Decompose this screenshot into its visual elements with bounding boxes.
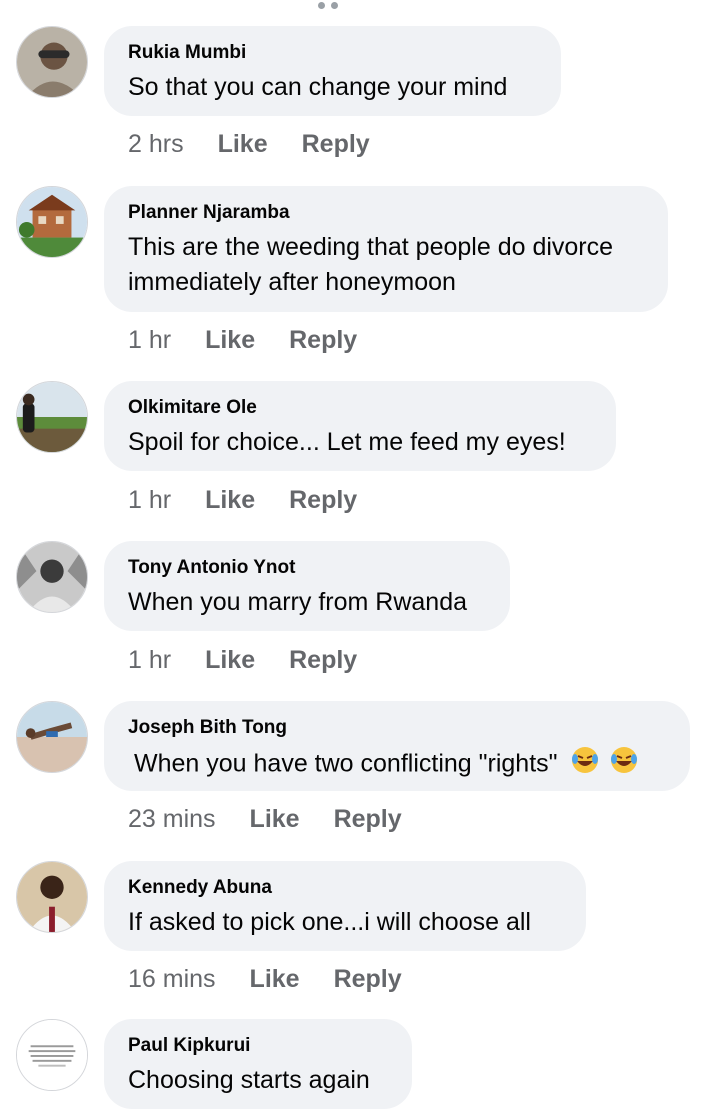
avatar[interactable] (16, 1019, 88, 1091)
comment-actions: 1 hr Like Reply (128, 646, 357, 675)
comment-time[interactable]: 1 hr (128, 326, 171, 355)
like-button[interactable]: Like (205, 646, 255, 675)
comment-bubble: Rukia Mumbi So that you can change your … (104, 26, 561, 116)
comment-bubble: Tony Antonio Ynot When you marry from Rw… (104, 541, 510, 631)
like-button[interactable]: Like (218, 130, 268, 159)
comment-actions: 16 mins Like Reply (128, 965, 402, 994)
comment-bubble: Paul Kipkurui Choosing starts again (104, 1019, 412, 1109)
laughing-emoji-icon (609, 745, 639, 785)
laughing-emoji-icon (570, 745, 600, 785)
reply-button[interactable]: Reply (302, 130, 370, 159)
comment-author[interactable]: Joseph Bith Tong (128, 717, 666, 739)
comment-author[interactable]: Tony Antonio Ynot (128, 557, 486, 579)
reply-button[interactable]: Reply (289, 646, 357, 675)
comment-time[interactable]: 2 hrs (128, 130, 184, 159)
comment-time[interactable]: 23 mins (128, 805, 216, 834)
avatar[interactable] (16, 541, 88, 613)
reply-button[interactable]: Reply (334, 805, 402, 834)
comment-bubble: Planner Njaramba This are the weeding th… (104, 186, 668, 312)
comment-text: Choosing starts again (128, 1066, 370, 1094)
comment-author[interactable]: Olkimitare Ole (128, 397, 592, 419)
comment-text-content: When you have two conflicting "rights" (134, 749, 558, 778)
comment-text: When you have two conflicting "rights" (128, 745, 666, 785)
comment-text: When you marry from Rwanda (128, 588, 468, 616)
avatar[interactable] (16, 26, 88, 98)
avatar[interactable] (16, 861, 88, 933)
comment-actions: 2 hrs Like Reply (128, 130, 370, 159)
like-button[interactable]: Like (205, 326, 255, 355)
comment-time[interactable]: 16 mins (128, 965, 216, 994)
comment-author[interactable]: Kennedy Abuna (128, 877, 562, 899)
avatar[interactable] (16, 701, 88, 773)
comment-time[interactable]: 1 hr (128, 486, 171, 515)
comment-text: So that you can change your mind (128, 73, 508, 101)
comment-text-line2: immediately after honeymoon (128, 268, 456, 296)
comment-author[interactable]: Paul Kipkurui (128, 1035, 388, 1057)
avatar[interactable] (16, 186, 88, 258)
like-button[interactable]: Like (250, 805, 300, 834)
comment-text: Spoil for choice... Let me feed my eyes! (128, 428, 566, 456)
reply-button[interactable]: Reply (289, 326, 357, 355)
reply-button[interactable]: Reply (289, 486, 357, 515)
reply-button[interactable]: Reply (334, 965, 402, 994)
comment-actions: 1 hr Like Reply (128, 326, 357, 355)
comment-actions: 1 hr Like Reply (128, 486, 357, 515)
comment-actions: 23 mins Like Reply (128, 805, 402, 834)
comment-text: If asked to pick one...i will choose all (128, 908, 531, 936)
comment-author[interactable]: Rukia Mumbi (128, 42, 537, 64)
comment-author[interactable]: Planner Njaramba (128, 202, 644, 224)
comment-time[interactable]: 1 hr (128, 646, 171, 675)
more-indicator (318, 0, 358, 9)
comment-text: This are the weeding that people do divo… (128, 233, 614, 261)
like-button[interactable]: Like (250, 965, 300, 994)
comment-bubble: Joseph Bith Tong When you have two confl… (104, 701, 690, 791)
comment-bubble: Olkimitare Ole Spoil for choice... Let m… (104, 381, 616, 471)
avatar[interactable] (16, 381, 88, 453)
like-button[interactable]: Like (205, 486, 255, 515)
comment-bubble: Kennedy Abuna If asked to pick one...i w… (104, 861, 586, 951)
